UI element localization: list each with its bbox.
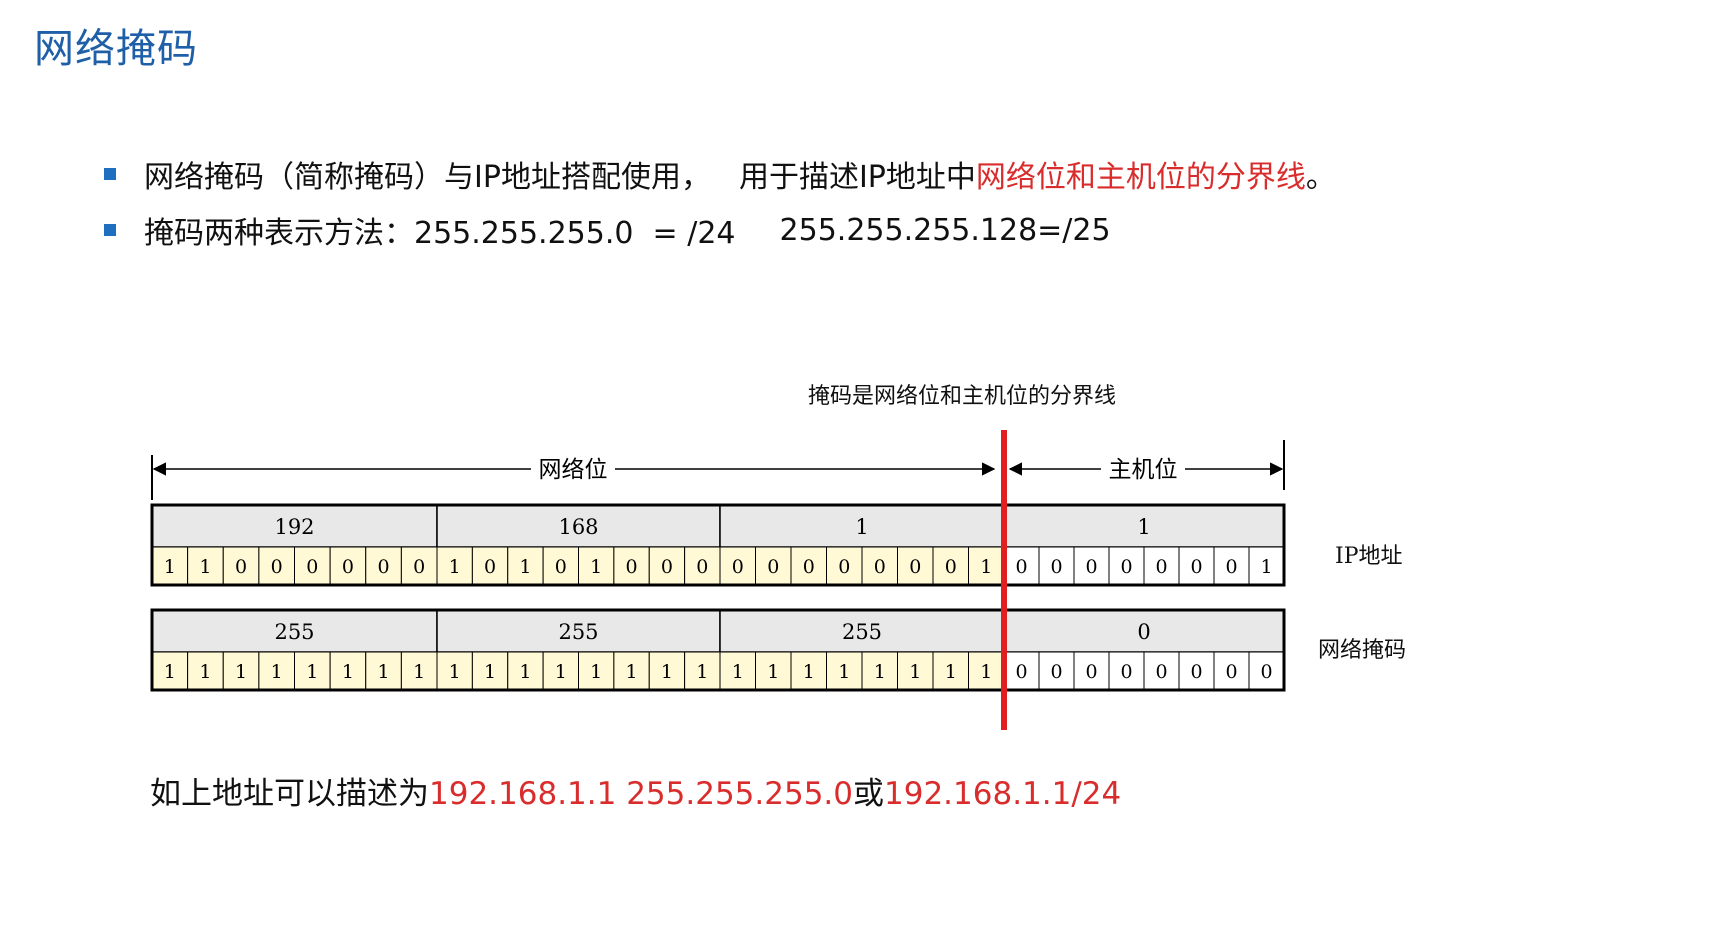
mask-row: 255 255 255 01 1 1 1 1 1 1 1 1 1 1 1 1 1 1 1 1 1 1 1 1 1 1 1 0 0 0 0 0 0… [150,608,1286,692]
ip-octet-value: 168 [558,515,598,539]
ip-bit-value: 0 [484,556,496,578]
ip-bit-value: 1 [519,556,531,578]
ip-bit-value: 0 [909,556,921,578]
mask-bit-value: 1 [199,661,211,683]
ip-bit-value: 0 [306,556,318,578]
mask-bit-value: 1 [661,661,673,683]
notation-sentence: 如上地址可以描述为192.168.1.1 255.255.255.0或192.1… [150,768,1121,813]
mask-bit-value: 1 [413,661,425,683]
mask-octet-value: 0 [1137,620,1150,644]
mask-bit-value: 1 [378,661,390,683]
ip-bit-value: 0 [342,556,354,578]
ip-bit-value: 0 [1050,556,1062,578]
mask-bit-value: 1 [732,661,744,683]
ip-octet-value: 1 [855,515,868,539]
mask-bit-value: 1 [874,661,886,683]
ip-bit-value: 0 [271,556,283,578]
mask-bit-value: 1 [767,661,779,683]
ip-bit-value: 1 [449,556,461,578]
mask-bit-value: 1 [449,661,461,683]
ip-bit-value: 0 [235,556,247,578]
mask-bit-value: 1 [626,661,638,683]
network-bits-label: 网络位 [539,457,608,483]
ip-bit-value: 0 [874,556,886,578]
ip-bit-value: 1 [980,556,992,578]
ip-bit-value: 0 [626,556,638,578]
ip-bit-value: 0 [945,556,957,578]
host-bits-label: 主机位 [1109,457,1178,483]
notation-prefix: 如上地址可以描述为 [150,776,429,812]
mask-bit-value: 1 [271,661,283,683]
mask-bit-value: 1 [306,661,318,683]
mask-bit-value: 0 [1015,661,1027,683]
ip-bit-value: 0 [661,556,673,578]
mask-octet-value: 255 [274,620,314,644]
ip-bit-value: 0 [732,556,744,578]
ip-bit-value: 1 [590,556,602,578]
mask-bit-value: 1 [980,661,992,683]
mask-bit-value: 1 [519,661,531,683]
ip-bit-value: 0 [696,556,708,578]
mask-bit-value: 1 [838,661,850,683]
mask-bit-value: 1 [164,661,176,683]
cidr-notation: 192.168.1.1/24 [884,776,1122,812]
mask-bit-value: 0 [1190,661,1202,683]
ip-bit-value: 0 [838,556,850,578]
ip-bit-value: 0 [1225,556,1237,578]
ip-bit-value: 0 [378,556,390,578]
ip-bit-value: 0 [555,556,567,578]
ip-address-row: 192 168 1 11 1 0 0 0 0 0 0 1 0 1 0 1 0 0 0 0 0 0 0 0 0 0 1 0 0 0 0 0 0 0 1 [150,503,1286,587]
mask-octet-value: 255 [558,620,598,644]
mask-bit-value: 1 [909,661,921,683]
mask-bit-value: 0 [1260,661,1272,683]
ip-bit-value: 1 [199,556,211,578]
ip-bit-value: 0 [1015,556,1027,578]
ip-bit-value: 0 [1190,556,1202,578]
ip-bit-value: 0 [1085,556,1097,578]
mask-octet-value: 255 [842,620,882,644]
mask-bit-value: 1 [484,661,496,683]
ip-bit-value: 0 [803,556,815,578]
mask-bit-value: 1 [342,661,354,683]
ip-bit-value: 0 [413,556,425,578]
dotted-notation: 192.168.1.1 255.255.255.0 [429,776,853,812]
mask-bit-value: 0 [1085,661,1097,683]
ip-bit-value: 1 [164,556,176,578]
mask-bit-value: 0 [1120,661,1132,683]
mask-bit-value: 0 [1225,661,1237,683]
ip-bit-value: 0 [1155,556,1167,578]
notation-connector: 或 [853,776,884,812]
mask-bit-value: 1 [590,661,602,683]
ip-bit-value: 0 [767,556,779,578]
mask-bit-value: 0 [1050,661,1062,683]
ip-bit-value: 0 [1120,556,1132,578]
ip-octet-value: 192 [274,515,314,539]
mask-bit-value: 0 [1155,661,1167,683]
mask-bit-value: 1 [696,661,708,683]
mask-bit-value: 1 [803,661,815,683]
mask-bit-value: 1 [555,661,567,683]
dimension-arrows: 网络位 主机位 [151,440,1285,500]
mask-bit-value: 1 [945,661,957,683]
mask-bit-value: 1 [235,661,247,683]
ip-bit-value: 1 [1260,556,1272,578]
ip-octet-value: 1 [1137,515,1150,539]
